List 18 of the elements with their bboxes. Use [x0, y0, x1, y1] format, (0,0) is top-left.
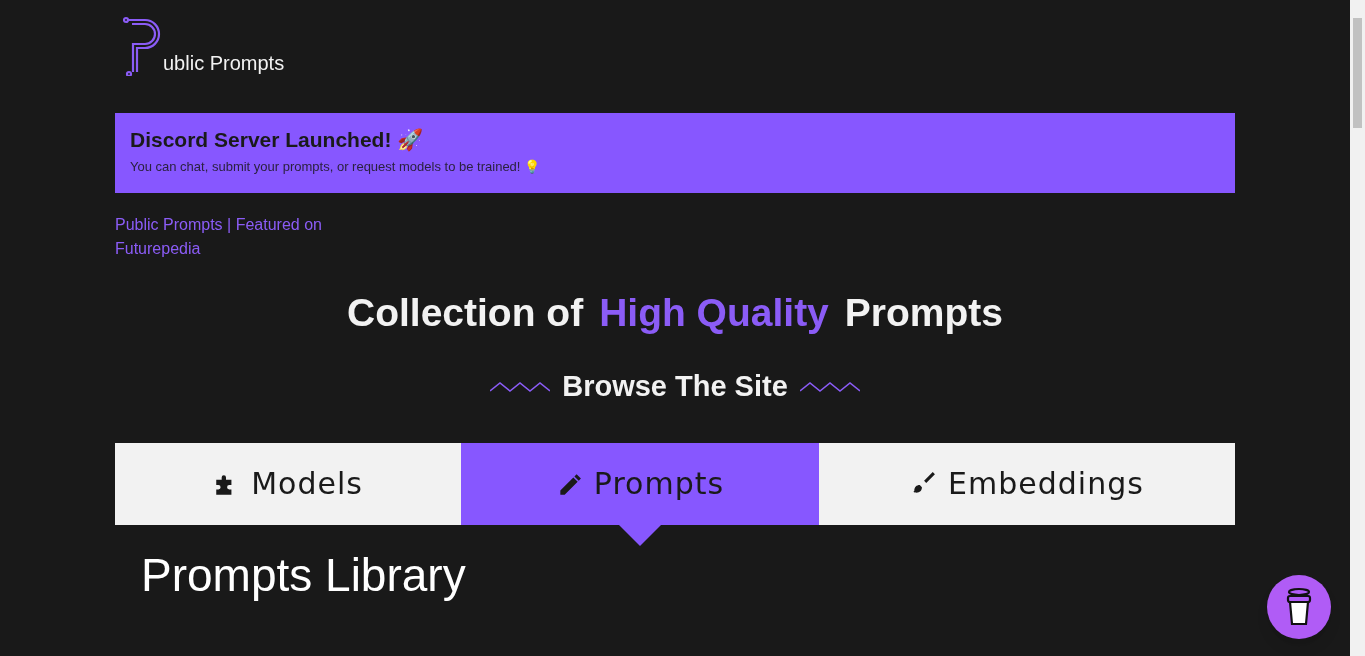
banner-text: You can chat, submit your prompts, or request models to be trained! 💡	[130, 158, 542, 176]
headline-text: Prompts	[844, 289, 1003, 336]
tab[interactable]: Models	[115, 442, 461, 525]
logo-text[interactable]: ublic Prompts	[163, 48, 285, 78]
tab-pointer	[619, 524, 661, 546]
logo-icon	[123, 16, 163, 76]
tab[interactable]: Embeddings	[819, 442, 1235, 525]
headline-highlight: High Quality	[599, 289, 829, 336]
headline-text: Collection of	[346, 289, 584, 336]
banner-title: Discord Server Launched! 🚀	[130, 127, 425, 154]
zigzag-icon	[799, 380, 860, 393]
library-title: Prompts Library	[141, 547, 467, 603]
zigzag-icon	[490, 380, 551, 393]
section-title: Browse The Site	[562, 369, 788, 404]
coffee-cup-icon	[1284, 587, 1314, 627]
featured-image-link[interactable]: Public Prompts | Featured on Futurepedia	[115, 213, 345, 261]
scrollbar[interactable]	[1350, 0, 1365, 656]
tab[interactable]: Prompts	[461, 442, 819, 525]
